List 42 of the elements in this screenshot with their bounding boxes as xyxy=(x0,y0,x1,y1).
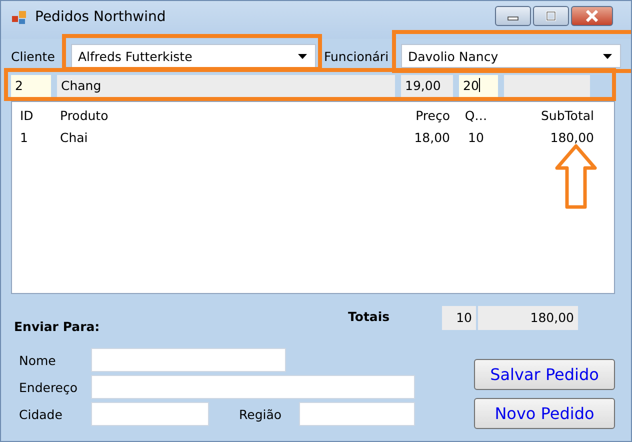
total-subtotal-field: 180,00 xyxy=(478,306,578,330)
table-cell-text: 180,00 xyxy=(549,130,595,144)
name-input[interactable] xyxy=(91,348,286,372)
column-header[interactable]: ID xyxy=(12,108,52,122)
region-input[interactable] xyxy=(299,402,415,426)
funcionario-label: Funcionári xyxy=(324,48,390,64)
table-cell-text: 18,00 xyxy=(413,130,451,144)
ship-to-heading: Enviar Para: xyxy=(14,319,101,334)
caret-icon xyxy=(298,54,307,58)
maximize-icon xyxy=(545,11,557,21)
up-arrow-icon xyxy=(554,144,598,210)
field-label: Nome xyxy=(19,352,57,368)
column-header[interactable]: Preço xyxy=(397,108,454,122)
id-field[interactable]: 2 xyxy=(11,75,51,97)
field-label: Endereço xyxy=(19,380,79,394)
field-label: Cidade xyxy=(19,406,64,422)
address-input[interactable] xyxy=(91,375,415,399)
city-input[interactable] xyxy=(91,402,209,426)
maximize-button[interactable] xyxy=(533,6,569,26)
column-header[interactable]: Q… xyxy=(454,108,498,122)
save-order-button[interactable]: Salvar Pedido xyxy=(474,359,615,390)
totals-label: Totais xyxy=(348,309,391,326)
cliente-label: Cliente xyxy=(11,48,56,64)
column-header[interactable]: SubTotal xyxy=(498,108,598,122)
field-label: Região xyxy=(239,406,283,422)
new-order-button[interactable]: Novo Pedido xyxy=(474,398,615,429)
total-quantity-field: 10 xyxy=(442,306,476,330)
cliente-dropdown[interactable]: Alfreds Futterkiste xyxy=(71,44,316,68)
close-icon xyxy=(585,10,599,22)
table-cell-text: 10 xyxy=(467,130,485,144)
quantity-field[interactable]: 20 xyxy=(459,75,498,97)
caret-icon xyxy=(603,54,612,58)
close-button[interactable] xyxy=(571,6,613,26)
table-cell-text: Chai xyxy=(59,130,89,144)
window-title: Pedidos Northwind xyxy=(35,9,166,25)
product-field: Chang xyxy=(57,75,395,97)
price-field: 19,00 xyxy=(401,75,453,97)
funcionario-dropdown[interactable]: Davolio Nancy xyxy=(401,44,621,68)
table-cell-text: 1 xyxy=(19,130,29,144)
column-header[interactable]: Produto xyxy=(52,108,397,122)
minimize-button[interactable] xyxy=(495,6,531,26)
app-icon xyxy=(11,9,27,25)
